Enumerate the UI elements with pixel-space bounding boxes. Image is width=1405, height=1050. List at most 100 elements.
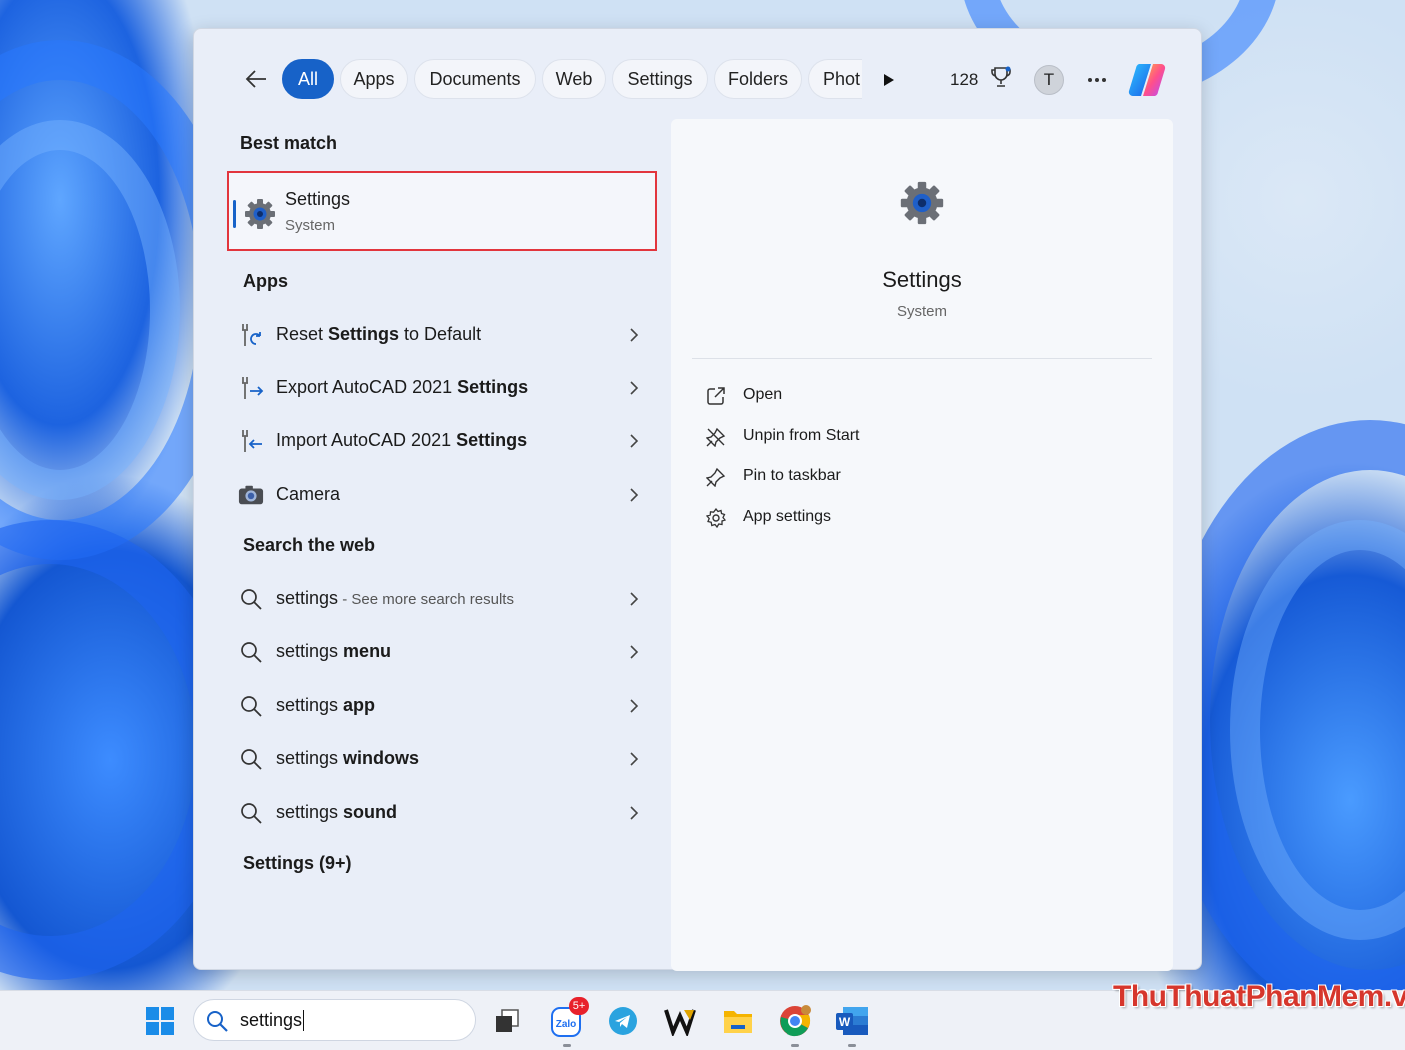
action-unpin-start[interactable]: Unpin from Start [705,422,1005,452]
web-section-title: Search the web [243,535,375,556]
open-external-icon [705,385,727,407]
web-label-pre: settings [276,802,343,822]
running-indicator [848,1044,856,1047]
app-label-bold: Settings [456,430,527,450]
divider [692,358,1152,359]
search-icon [238,693,264,719]
preview-title: Settings [671,267,1173,293]
chevron-right-icon[interactable] [626,643,642,661]
filter-documents[interactable]: Documents [414,59,536,99]
app-label: Camera [276,484,340,505]
pin-icon [705,466,727,488]
task-view-button[interactable] [487,1001,527,1041]
chevron-right-icon[interactable] [626,486,642,504]
web-result-1[interactable]: settings menu [238,629,648,673]
best-match-item[interactable]: Settings System [227,171,657,251]
app-result-camera[interactable]: Camera [238,472,648,516]
filter-photos[interactable]: Phot [808,59,862,99]
unpin-icon [705,426,727,448]
chevron-right-icon[interactable] [626,590,642,608]
filter-all[interactable]: All [282,59,334,99]
start-icon [145,1006,175,1036]
app-label-post: to Default [399,324,481,344]
action-open[interactable]: Open [705,381,1005,411]
action-app-settings[interactable]: App settings [705,503,1005,533]
app-result-export-settings[interactable]: Export AutoCAD 2021 Settings [238,365,648,409]
search-icon [238,639,264,665]
filter-folders[interactable]: Folders [714,59,802,99]
web-label-pre: settings [276,695,343,715]
action-label: Open [743,386,782,404]
search-input[interactable]: settings [240,1010,304,1031]
action-label: Unpin from Start [743,427,859,445]
camera-icon [238,482,264,508]
play-triangle-icon [883,73,895,87]
ellipsis-icon [1087,77,1107,83]
filter-apps[interactable]: Apps [340,59,408,99]
web-label-bold: sound [343,802,397,822]
results-list: Best match [226,129,666,959]
filter-bar: All Apps Documents Web Settings Folders … [194,29,1201,129]
web-label-pre: settings [276,588,338,608]
preview-pane: Settings System Open Unpin from Start Pi… [671,119,1173,971]
web-label-bold: menu [343,641,391,661]
tools-import-icon [238,428,264,454]
scroll-filters-button[interactable] [878,69,900,91]
taskbar-search-box[interactable]: settings [193,999,476,1041]
action-pin-taskbar[interactable]: Pin to taskbar [705,462,1005,492]
start-button[interactable] [140,1001,180,1041]
best-match-type: System [285,217,335,234]
rewards-points[interactable]: 128 [950,70,978,90]
app-label-pre: Export AutoCAD 2021 [276,377,457,397]
action-label: Pin to taskbar [743,467,841,485]
copilot-button[interactable] [1126,59,1168,101]
file-explorer-icon [722,1007,754,1035]
back-button[interactable] [238,63,274,95]
zalo-app[interactable]: Zalo 5+ [547,1001,587,1041]
app-label-pre: Reset [276,324,328,344]
filter-settings[interactable]: Settings [612,59,708,99]
preview-subtitle: System [671,303,1173,320]
gear-icon [243,197,277,231]
telegram-icon [608,1006,638,1036]
web-label-pre: settings [276,641,343,661]
avatar[interactable]: T [1034,65,1064,95]
chevron-right-icon[interactable] [626,697,642,715]
web-label-pre: settings [276,748,343,768]
notification-badge: 5+ [569,997,589,1015]
search-icon [238,800,264,826]
w-app-icon [664,1006,696,1036]
chrome-app[interactable] [775,1001,815,1041]
task-view-icon [493,1007,521,1035]
web-result-3[interactable]: settings windows [238,736,648,780]
chevron-right-icon[interactable] [626,432,642,450]
running-indicator [791,1044,799,1047]
file-explorer-app[interactable] [718,1001,758,1041]
w-app[interactable] [660,1001,700,1041]
web-result-0[interactable]: settings - See more search results [238,576,648,620]
search-icon [238,586,264,612]
word-app[interactable]: W [832,1001,872,1041]
app-result-reset-settings[interactable]: Reset Settings to Default [238,312,648,356]
web-result-4[interactable]: settings sound [238,790,648,834]
web-result-2[interactable]: settings app [238,683,648,727]
word-icon: W [835,1006,869,1036]
web-label-bold: app [343,695,375,715]
chevron-right-icon[interactable] [626,326,642,344]
apps-section-title: Apps [243,271,288,292]
selection-indicator [233,200,236,228]
telegram-app[interactable] [603,1001,643,1041]
app-label-pre: Import AutoCAD 2021 [276,430,456,450]
settings-more-link[interactable]: Settings (9+) [243,853,352,874]
svg-text:Zalo: Zalo [556,1019,577,1030]
chevron-right-icon[interactable] [626,804,642,822]
best-match-name: Settings [285,189,350,210]
chevron-right-icon[interactable] [626,379,642,397]
web-label-bold: windows [343,748,419,768]
chrome-icon [779,1005,811,1037]
more-options-button[interactable] [1084,67,1110,93]
app-result-import-settings[interactable]: Import AutoCAD 2021 Settings [238,418,648,462]
trophy-icon[interactable] [989,66,1013,90]
filter-web[interactable]: Web [542,59,606,99]
chevron-right-icon[interactable] [626,750,642,768]
